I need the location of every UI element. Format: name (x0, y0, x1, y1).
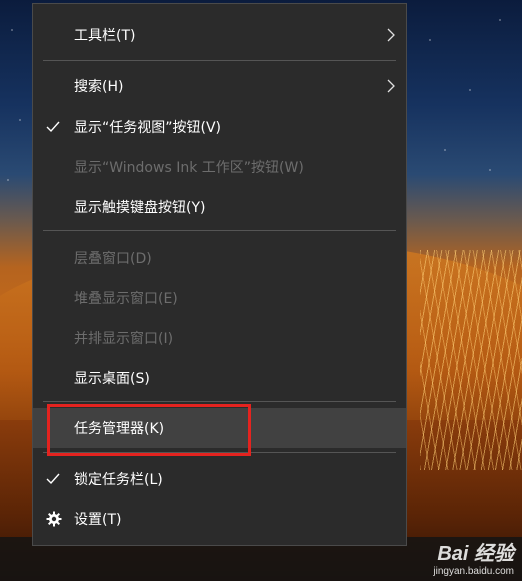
menu-item-show-windows-ink-button: 显示“Windows Ink 工作区”按钮(W) (33, 147, 406, 187)
menu-item-label: 搜索(H) (74, 79, 124, 95)
baidu-jingyan-watermark: Bai 经验 jingyan.baidu.com (433, 537, 514, 577)
dry-grass (420, 250, 522, 470)
menu-item-stack-windows: 堆叠显示窗口(E) (33, 278, 406, 318)
menu-item-lock-taskbar[interactable]: 锁定任务栏(L) (33, 459, 406, 499)
menu-item-label: 堆叠显示窗口(E) (74, 291, 178, 307)
watermark-logo: Bai 经验 (437, 543, 514, 565)
taskbar-context-menu: 工具栏(T) 搜索(H) 显示“任务视图”按钮(V) 显示“Windows In… (32, 3, 407, 546)
menu-item-side-by-side-windows: 并排显示窗口(I) (33, 318, 406, 358)
menu-item-label: 显示触摸键盘按钮(Y) (74, 200, 206, 216)
menu-item-show-touch-keyboard-button[interactable]: 显示触摸键盘按钮(Y) (33, 187, 406, 227)
menu-item-show-task-view-button[interactable]: 显示“任务视图”按钮(V) (33, 107, 406, 147)
menu-item-label: 设置(T) (74, 512, 122, 528)
menu-item-label: 并排显示窗口(I) (74, 331, 174, 347)
watermark-url: jingyan.baidu.com (433, 566, 514, 577)
menu-item-toolbars[interactable]: 工具栏(T) (33, 15, 406, 55)
checkmark-icon (46, 473, 60, 485)
menu-item-label: 锁定任务栏(L) (74, 472, 163, 488)
menu-item-label: 工具栏(T) (74, 28, 136, 44)
annotation-highlight-box (47, 404, 251, 456)
menu-item-label: 显示“Windows Ink 工作区”按钮(W) (74, 160, 304, 176)
menu-item-settings[interactable]: 设置(T) (33, 499, 406, 539)
menu-separator (43, 401, 396, 402)
menu-item-search[interactable]: 搜索(H) (33, 66, 406, 106)
menu-separator (43, 230, 396, 231)
chevron-right-icon (387, 28, 395, 42)
checkmark-icon (46, 121, 60, 133)
menu-item-label: 层叠窗口(D) (74, 251, 152, 267)
menu-item-cascade-windows: 层叠窗口(D) (33, 238, 406, 278)
gear-icon (46, 511, 62, 527)
menu-item-label: 显示桌面(S) (74, 371, 150, 387)
menu-separator (43, 60, 396, 61)
chevron-right-icon (387, 79, 395, 93)
menu-item-show-desktop[interactable]: 显示桌面(S) (33, 358, 406, 398)
menu-item-label: 显示“任务视图”按钮(V) (74, 120, 222, 136)
